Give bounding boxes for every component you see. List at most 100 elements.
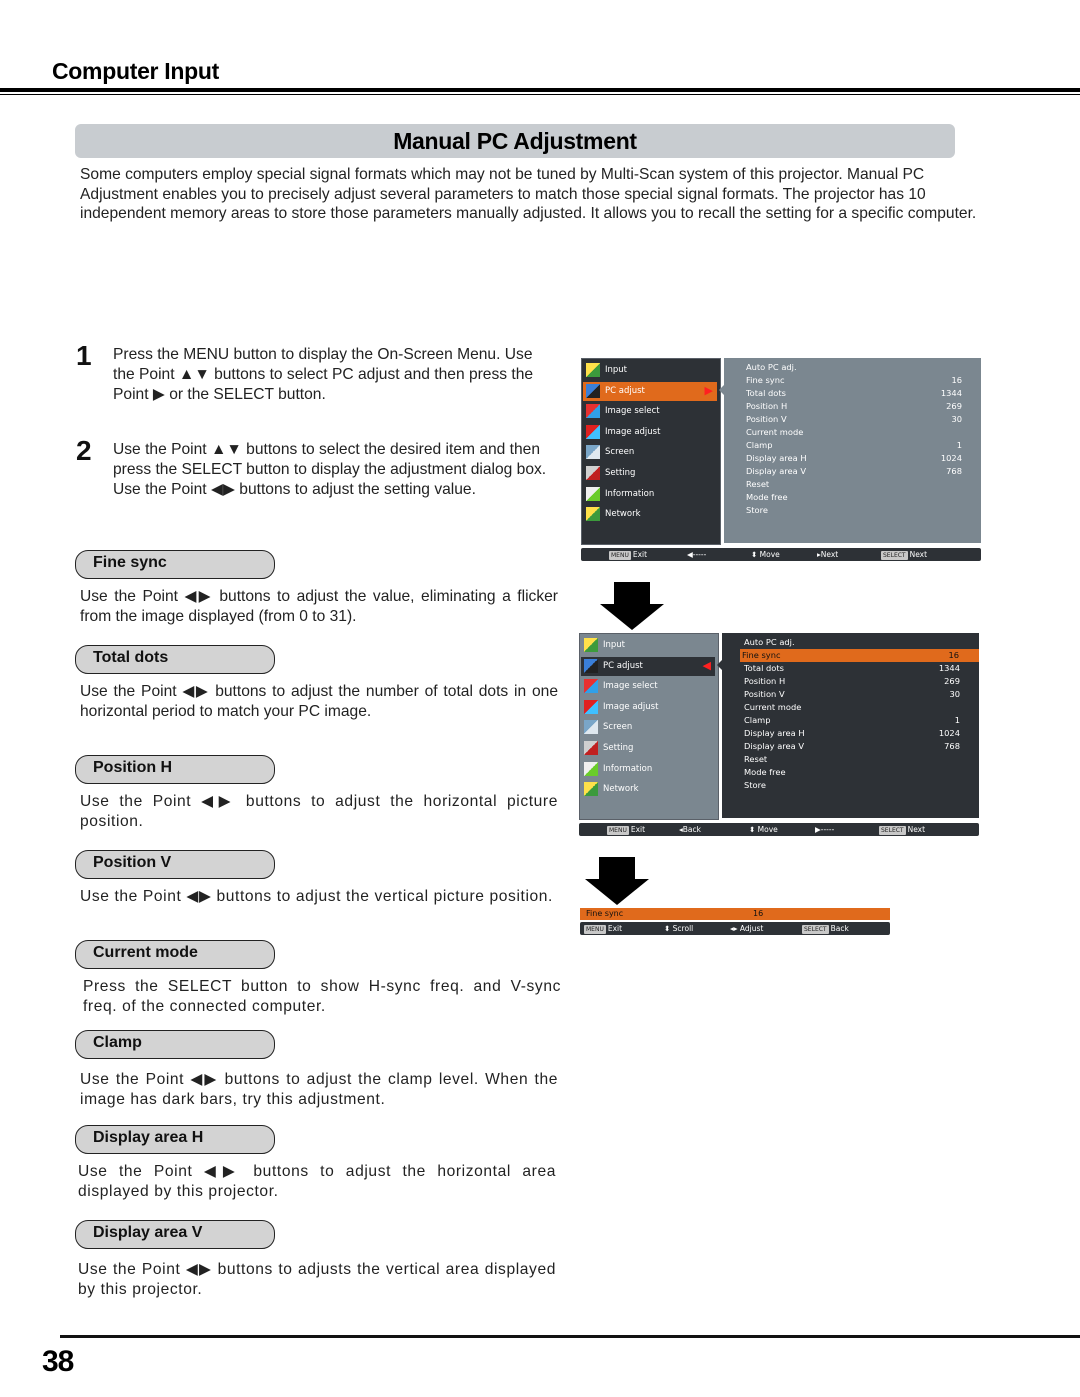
osd-submenu-item-display-area-h[interactable]: Display area H 1024 [742,727,962,740]
osd-submenu-item-auto-pc-adj[interactable]: Auto PC adj. [742,636,962,649]
osd-menu-item-label: PC adjust [603,660,643,671]
osd-menu-item-pc-adjust[interactable]: PC adjust ◀ [581,656,715,676]
osd-submenu-item-reset[interactable]: Reset [744,478,964,491]
image-select-icon [586,404,600,419]
osd-submenu-label: Auto PC adj. [744,637,795,647]
item-heading-fine-sync: Fine sync [75,550,275,579]
osd-submenu-value: 1 [956,440,962,450]
osd-menu-item-image-select[interactable]: Image select [583,402,717,421]
osd-menu-item-screen[interactable]: Screen [581,718,715,737]
item-heading-display-area-v: Display area V [75,1220,275,1249]
osd-submenu-item-fine-sync[interactable]: Fine sync 16 [744,374,964,387]
image-adjust-icon [586,424,600,439]
osd-submenu-item-clamp[interactable]: Clamp 1 [744,439,964,452]
guide-left: ◀----- [687,550,707,559]
osd-submenu-panel: Auto PC adj. Fine sync 16 Total dots 1344 Pos… [722,633,979,818]
osd-menu-item-input[interactable]: Input [581,636,715,655]
osd-submenu-label: Fine sync [746,375,785,385]
osd-menu-item-input[interactable]: Input [583,361,717,380]
osd-guide-bar: MENU Exit ◂Back ⬍ Move ▶----- SELECT Next [579,823,979,836]
input-icon [586,363,600,377]
osd-menu-item-screen[interactable]: Screen [583,443,717,462]
osd-menu-item-information[interactable]: Information [581,760,715,779]
osd-submenu-item-clamp[interactable]: Clamp 1 [742,714,962,727]
guide-adjust: ◂▸ Adjust [730,924,764,933]
osd-menu-item-label: Image select [605,406,660,417]
osd-submenu-label: Total dots [746,388,786,398]
osd-submenu-label: Position V [746,414,787,424]
osd-submenu-item-mode-free[interactable]: Mode free [744,491,964,504]
intro-paragraph: Some computers employ special signal for… [80,166,977,223]
osd-menu-item-setting[interactable]: Setting [581,739,715,758]
osd-menu-item-information[interactable]: Information [583,485,717,504]
osd-submenu-label: Current mode [746,427,804,437]
guide-exit-label: Exit [607,924,623,933]
information-icon [586,486,600,501]
osd-pointer [717,659,723,671]
osd-submenu-item-total-dots[interactable]: Total dots 1344 [742,662,962,675]
step-text: Press the MENU button to display the On-… [113,346,534,403]
osd-submenu-item-total-dots[interactable]: Total dots 1344 [744,387,964,400]
image-select-icon [584,679,598,694]
setting-icon [586,466,600,480]
dialog-guide-bar: MENU Exit ⬍ Scroll ◂▸ Adjust SELECT Back [580,922,890,935]
osd-submenu-item-position-v[interactable]: Position V 30 [742,688,962,701]
osd-submenu-item-display-area-h[interactable]: Display area H 1024 [744,452,964,465]
osd-submenu-value: 269 [944,676,960,686]
menu-key-icon: MENU [607,825,629,835]
osd-submenu-item-current-mode[interactable]: Current mode [742,701,962,714]
image-adjust-icon [584,699,598,714]
down-arrow-icon [600,582,664,630]
osd-submenu-value: 1024 [940,453,962,463]
osd-submenu-item-current-mode[interactable]: Current mode [744,426,964,439]
osd-menu-item-label: Screen [605,447,635,458]
item-heading-position-h: Position H [75,755,275,784]
osd-submenu-item-reset[interactable]: Reset [742,753,962,766]
guide-move-label: Move [759,550,780,559]
dialog-label: Fine sync [586,909,624,918]
osd-menu-item-label: Screen [603,722,633,733]
osd-menu-item-label: Input [603,640,626,650]
item-heading-clamp: Clamp [75,1030,275,1059]
osd-menu-item-label: Network [605,509,641,520]
osd-submenu-item-display-area-v[interactable]: Display area V 768 [744,465,964,478]
item-heading-label: Current mode [93,944,198,961]
osd-menu-item-label: Information [603,763,653,774]
guide-exit-label: Exit [632,550,648,559]
osd-submenu-item-store[interactable]: Store [742,779,962,792]
osd-menu-item-label: Setting [603,743,634,753]
osd-submenu-item-position-h[interactable]: Position H 269 [744,400,964,413]
select-key-icon: SELECT [879,825,906,835]
osd-menu-item-image-select[interactable]: Image select [581,677,715,696]
osd-submenu-label: Mode free [746,492,788,502]
item-desc-position-v: Use the Point ◀▶ buttons to adjust the v… [80,888,553,905]
osd-submenu-item-position-h[interactable]: Position H 269 [742,675,962,688]
osd-submenu-item-fine-sync[interactable]: Fine sync 16 [740,649,979,662]
pc-adjust-icon [586,383,600,398]
osd-submenu-label: Reset [744,754,768,764]
osd-menu-item-image-adjust[interactable]: Image adjust [583,423,717,442]
information-icon [584,761,598,776]
osd-submenu-item-store[interactable]: Store [744,504,964,517]
osd-menu-item-label: Network [603,784,639,795]
osd-submenu-item-position-v[interactable]: Position V 30 [744,413,964,426]
osd-submenu-value: 1024 [938,728,960,738]
guide-select-label: Next [909,550,928,559]
osd-submenu-value: 1344 [940,388,962,398]
osd-submenu-item-mode-free[interactable]: Mode free [742,766,962,779]
item-heading-position-v: Position V [75,850,275,879]
osd-submenu-value: 16 [948,650,959,660]
osd-submenu-item-auto-pc-adj[interactable]: Auto PC adj. [744,361,964,374]
osd-submenu-item-display-area-v[interactable]: Display area V 768 [742,740,962,753]
osd-menu-item-image-adjust[interactable]: Image adjust [581,698,715,717]
header-rule [0,88,1080,92]
osd-menu-item-label: Information [605,488,655,499]
guide-exit: MENU Exit [607,823,645,836]
menu-key-icon: MENU [609,550,631,560]
network-icon [586,507,600,522]
osd-menu-item-network[interactable]: Network [581,780,715,799]
osd-menu-item-label: Image select [603,681,658,692]
osd-menu-item-network[interactable]: Network [583,505,717,524]
osd-menu-item-setting[interactable]: Setting [583,464,717,483]
osd-menu-item-pc-adjust[interactable]: PC adjust ▶ [583,381,717,401]
